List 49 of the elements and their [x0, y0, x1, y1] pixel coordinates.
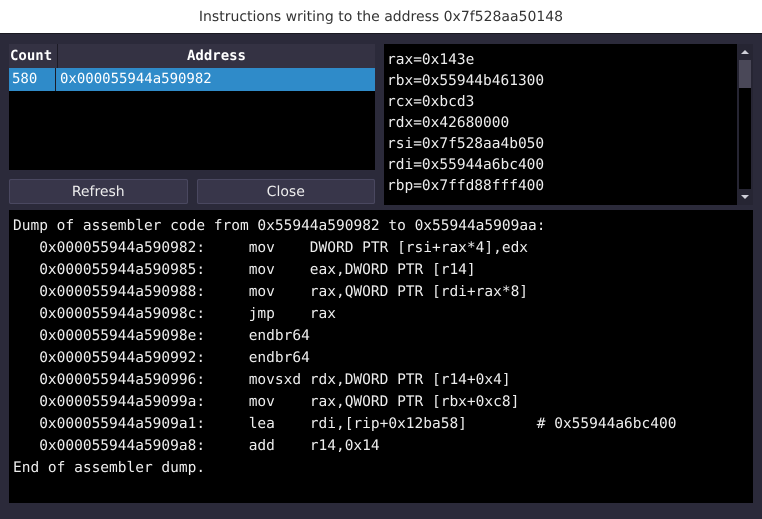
instruction-operands: rax	[310, 305, 337, 324]
instruction-mnemonic: endbr64	[248, 349, 310, 368]
instruction-mnemonic: endbr64	[248, 327, 310, 346]
instruction-mnemonic: lea	[248, 415, 276, 434]
register-value: rax=0x143e	[387, 51, 476, 70]
instruction-address: 0x000055944a59099a:	[39, 393, 206, 412]
register-value: rdi=0x55944a6bc400	[387, 156, 546, 175]
scroll-up-icon[interactable]	[740, 49, 750, 55]
count-cell: 580	[9, 68, 56, 91]
instruction-operands: DWORD PTR [rsi+rax*4],edx	[310, 239, 530, 258]
instruction-address: 0x000055944a590982:	[39, 239, 206, 258]
instruction-operands: r14,0x14	[310, 437, 381, 456]
column-header[interactable]: Address	[58, 44, 375, 68]
instruction-operands: rax,QWORD PTR [rbx+0xc8]	[310, 393, 520, 412]
scrollbar-thumb[interactable]	[739, 60, 751, 88]
register-value: rcx=0xbcd3	[387, 93, 476, 112]
close-button[interactable]: Close	[196, 179, 375, 204]
register-value: rbp=0x7ffd88fff400	[387, 177, 546, 196]
register-value: rbx=0x55944b461300	[387, 72, 546, 91]
address-cell-text: 0x000055944a590982	[59, 70, 212, 89]
instruction-mnemonic: mov	[248, 393, 276, 412]
instruction-address: 0x000055944a5909a8:	[39, 437, 206, 456]
instruction-mnemonic: mov	[248, 283, 276, 302]
instruction-address: 0x000055944a59098e:	[39, 327, 206, 346]
instruction-address: 0x000055944a590992:	[39, 349, 206, 368]
scrollbar[interactable]	[737, 44, 753, 205]
instruction-address: 0x000055944a590985:	[39, 261, 206, 280]
dump-header: Dump of assembler code from 0x55944a590982 to 0x55944a5909aa:	[13, 217, 547, 236]
instruction-address: 0x000055944a590996:	[39, 371, 206, 390]
register-value: rdx=0x42680000	[387, 114, 510, 133]
instruction-operands: rax,QWORD PTR [rdi+rax*8]	[310, 283, 530, 302]
instruction-mnemonic: mov	[248, 239, 276, 258]
instruction-mnemonic: add	[248, 437, 276, 456]
dump-footer: End of assembler dump.	[13, 457, 749, 479]
instruction-mnemonic: jmp	[248, 305, 276, 324]
instruction-mnemonic: movsxd	[248, 371, 302, 390]
instruction-operands: rdi,[rip+0x12ba58]	[310, 415, 468, 434]
instruction-operands: eax,DWORD PTR [r14]	[310, 261, 477, 280]
register-value: rsi=0x7f528aa4b050	[387, 135, 546, 154]
refresh-button[interactable]: Refresh	[9, 179, 188, 204]
window-title: Instructions writing to the address 0x7f528aa50148	[198, 8, 564, 24]
instruction-mnemonic: mov	[248, 261, 276, 280]
instruction-address: 0x000055944a590988:	[39, 283, 206, 302]
instruction-operands: rdx,DWORD PTR [r14+0x4]	[310, 371, 512, 390]
table-row[interactable]: 580 0x000055944a590982	[9, 68, 375, 91]
instruction-address: 0x000055944a5909a1:	[39, 415, 206, 434]
instruction-address: 0x000055944a59098c:	[39, 305, 206, 324]
instruction-comment: # 0x55944a6bc400	[536, 415, 676, 434]
scroll-down-icon[interactable]	[740, 194, 750, 200]
